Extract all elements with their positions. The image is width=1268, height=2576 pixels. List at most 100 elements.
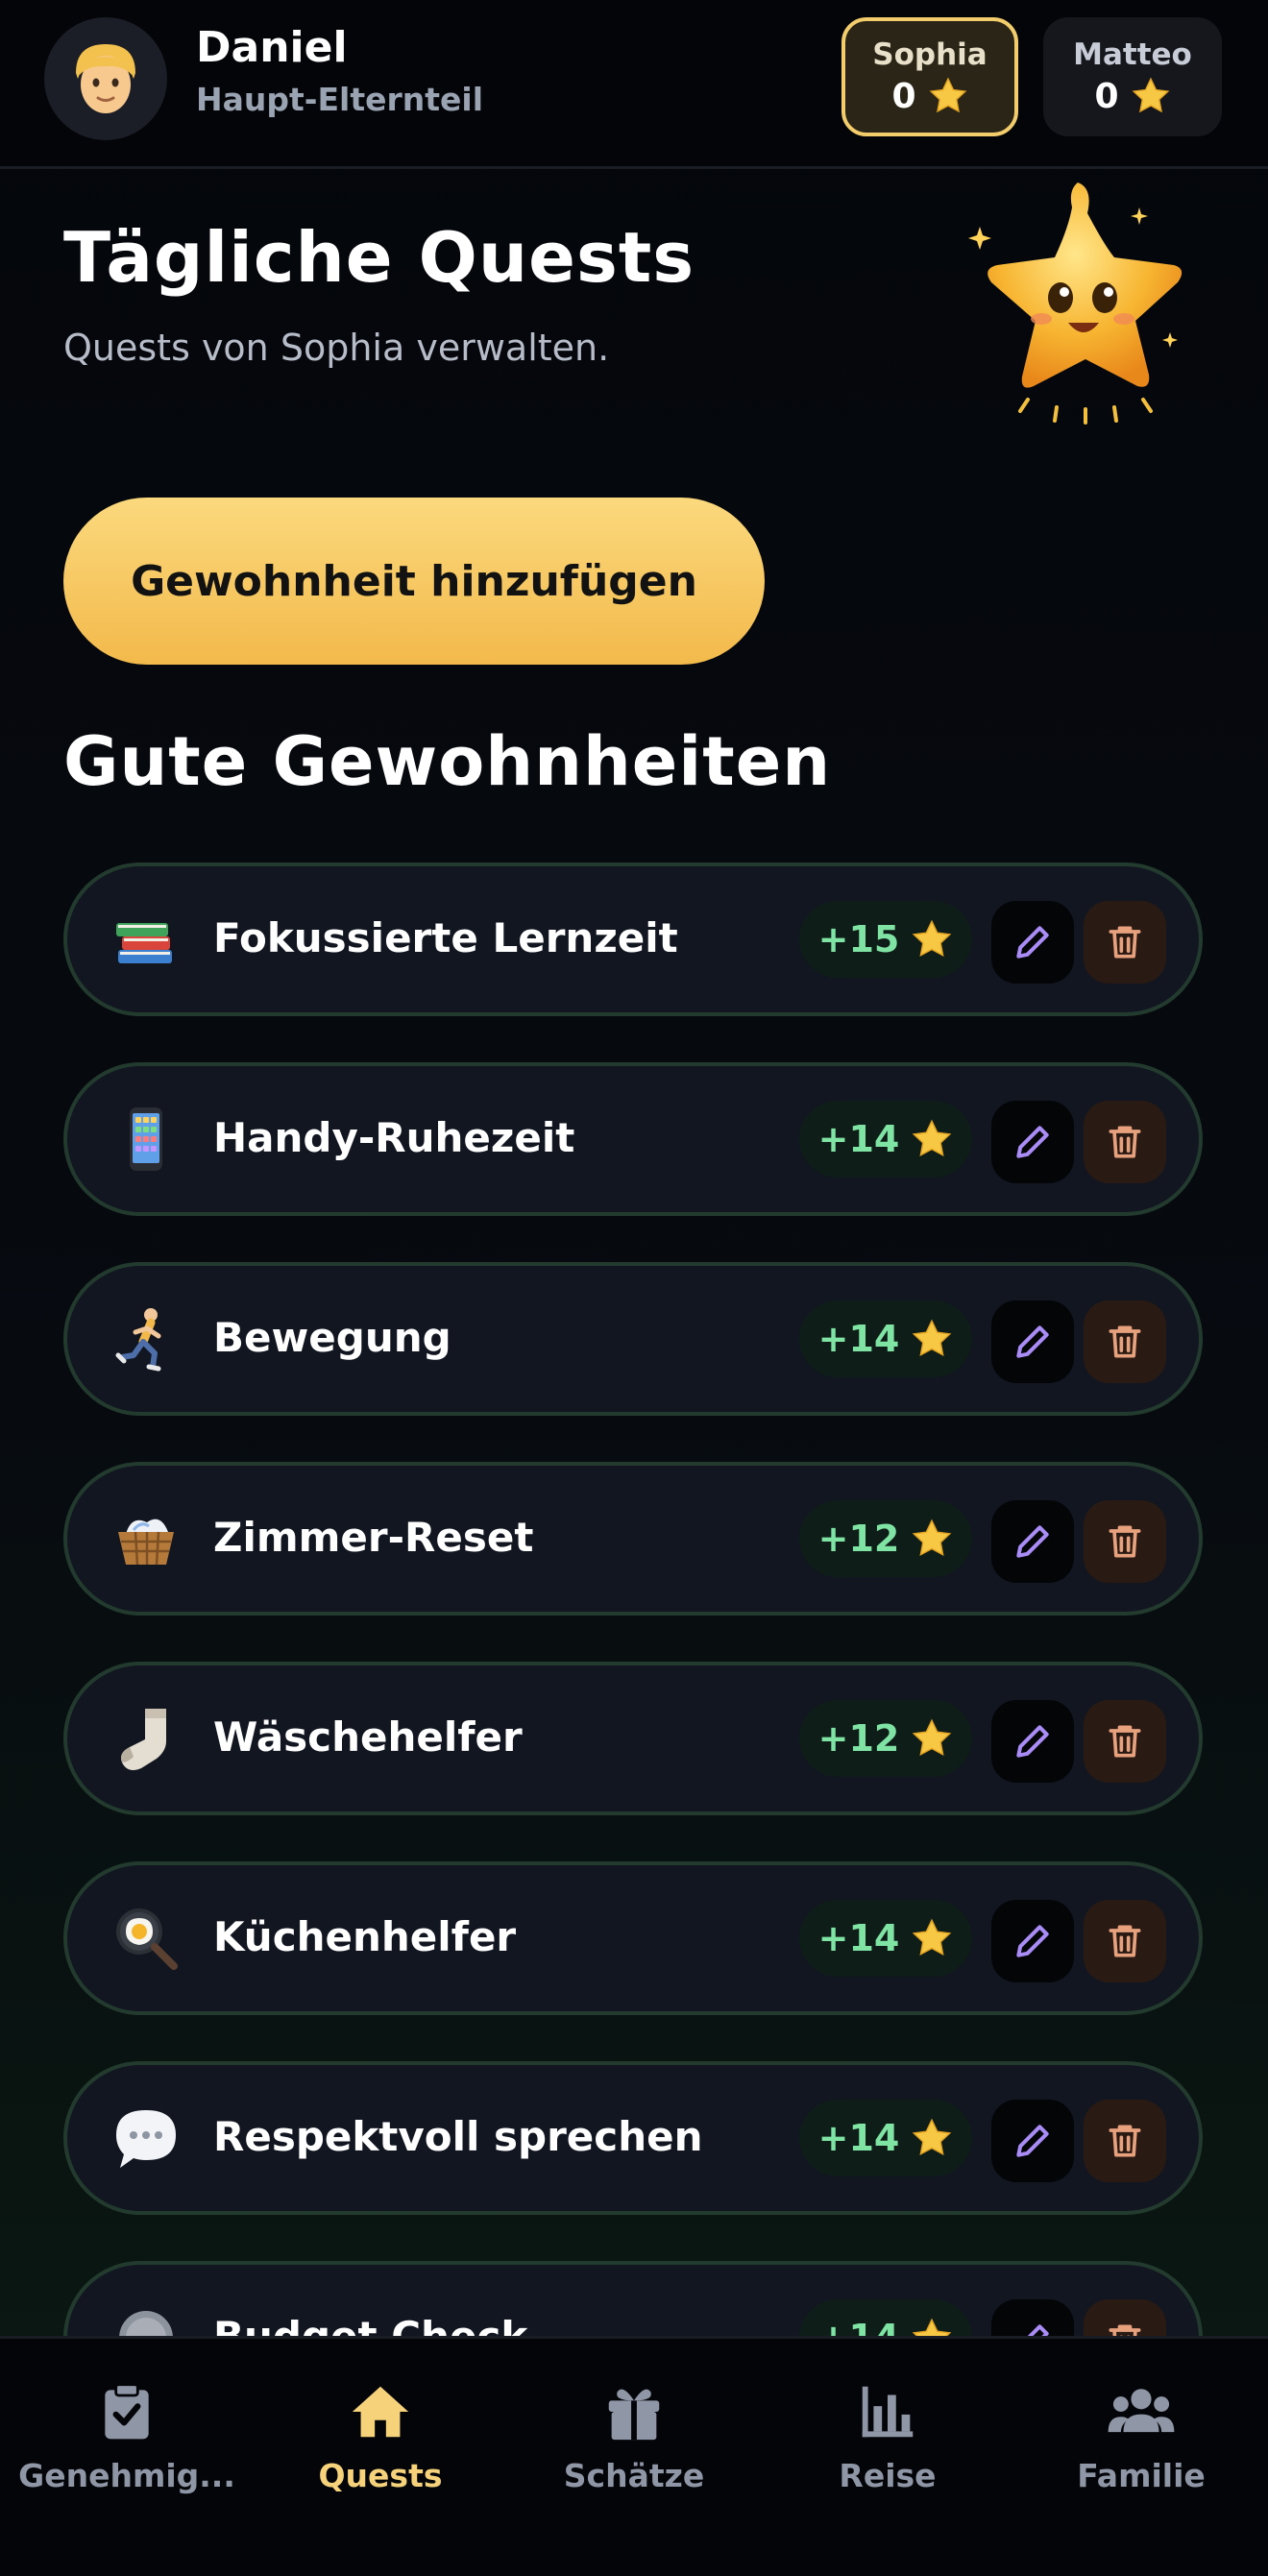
app-screen: Daniel Haupt-Elternteil Sophia 0 Matteo …: [0, 0, 1268, 2576]
habit-label: Bewegung: [213, 1314, 451, 1361]
edit-button[interactable]: [991, 1900, 1074, 1982]
gift-icon: [598, 2376, 670, 2447]
nav-label: Genehmig...: [18, 2456, 235, 2494]
habit-label: Küchenhelfer: [213, 1913, 517, 1960]
habit-label: Respektvoll sprechen: [213, 2113, 703, 2160]
star-icon: [1132, 77, 1169, 113]
books-icon: [108, 901, 184, 978]
pencil-icon: [1016, 1925, 1049, 1957]
habit-row[interactable]: Zimmer-Reset +12: [63, 1462, 1203, 1616]
child-star-count: 0: [891, 76, 916, 116]
delete-button[interactable]: [1084, 2299, 1166, 2336]
points-value: +14: [818, 2317, 900, 2336]
points-badge: +14: [799, 1300, 972, 1377]
star-icon: [929, 77, 966, 113]
pencil-icon: [1027, 2324, 1049, 2336]
edit-button[interactable]: [991, 2299, 1074, 2336]
trash-icon: [1109, 1325, 1141, 1358]
nav-item-approvals[interactable]: Genehmig...: [0, 2339, 254, 2531]
nav-label: Familie: [1077, 2456, 1206, 2494]
delete-button[interactable]: [1084, 901, 1166, 984]
child-name: Matteo: [1073, 37, 1192, 72]
habit-row[interactable]: Budget Check +14: [63, 2261, 1203, 2336]
page-subtitle: Quests von Sophia verwalten.: [63, 327, 610, 369]
habit-label: Wäschehelfer: [213, 1713, 523, 1761]
trash-icon: [1109, 2125, 1141, 2157]
trash-icon: [1109, 2324, 1141, 2336]
points-badge: +14: [799, 2100, 972, 2176]
points-value: +15: [817, 918, 900, 960]
points-badge: +12: [799, 1500, 972, 1577]
nav-item-family[interactable]: Familie: [1014, 2339, 1268, 2531]
points-value: +14: [817, 2117, 900, 2159]
clipboard-check-icon: [91, 2376, 162, 2447]
star-icon: [913, 1918, 952, 1956]
add-habit-button[interactable]: Gewohnheit hinzufügen: [63, 498, 765, 665]
sock-icon: [108, 1700, 184, 1777]
section-title: Gute Gewohnheiten: [63, 722, 832, 801]
edit-button[interactable]: [991, 1300, 1074, 1383]
nav-label: Quests: [318, 2456, 443, 2494]
points-value: +14: [817, 1917, 900, 1959]
delete-button[interactable]: [1084, 1101, 1166, 1183]
edit-button[interactable]: [991, 2100, 1074, 2182]
star-icon: [913, 1319, 952, 1357]
basket-icon: [108, 1500, 184, 1577]
points-value: +14: [817, 1118, 900, 1160]
delete-button[interactable]: [1084, 1700, 1166, 1783]
habit-row[interactable]: Bewegung +14: [63, 1262, 1203, 1416]
user-name: Daniel: [196, 23, 348, 72]
habit-label: Handy-Ruhezeit: [213, 1114, 575, 1161]
pencil-icon: [1016, 2125, 1049, 2157]
child-chip-matteo[interactable]: Matteo 0: [1043, 17, 1222, 136]
edit-button[interactable]: [991, 1700, 1074, 1783]
frying-pan-icon: [108, 1900, 184, 1977]
nav-item-treasures[interactable]: Schätze: [507, 2339, 761, 2531]
points-badge: +12: [799, 1700, 972, 1777]
pencil-icon: [1016, 1725, 1049, 1758]
delete-button[interactable]: [1084, 1500, 1166, 1583]
user-role: Haupt-Elternteil: [196, 81, 484, 118]
star-icon: [913, 2118, 952, 2156]
people-icon: [1106, 2376, 1177, 2447]
trash-icon: [1109, 1525, 1141, 1558]
edit-button[interactable]: [991, 1500, 1074, 1583]
child-star-count: 0: [1094, 76, 1119, 116]
speech-bubble-icon: [108, 2100, 184, 2176]
habit-row[interactable]: Handy-Ruhezeit +14: [63, 1062, 1203, 1216]
trash-icon: [1109, 1725, 1141, 1758]
points-badge: +14: [799, 1101, 972, 1178]
edit-button[interactable]: [991, 901, 1074, 984]
habit-row[interactable]: Küchenhelfer +14: [63, 1861, 1203, 2015]
habit-row[interactable]: Wäschehelfer +12: [63, 1662, 1203, 1815]
habit-row[interactable]: Fokussierte Lernzeit +15: [63, 863, 1203, 1016]
delete-button[interactable]: [1084, 1300, 1166, 1383]
habit-label: Zimmer-Reset: [213, 1514, 534, 1561]
trash-icon: [1109, 1925, 1141, 1957]
phone-icon: [108, 1101, 184, 1178]
habit-list[interactable]: Fokussierte Lernzeit +15 Handy-Ruhezeit …: [0, 845, 1268, 2336]
nav-item-quests[interactable]: Quests: [254, 2339, 507, 2531]
child-chip-sophia[interactable]: Sophia 0: [841, 17, 1018, 136]
bar-chart-icon: [852, 2376, 923, 2447]
pencil-icon: [1016, 1525, 1049, 1558]
pencil-icon: [1016, 1325, 1049, 1358]
points-badge: +15: [799, 901, 972, 978]
points-badge: +14: [799, 1900, 972, 1977]
star-icon: [913, 1119, 952, 1157]
delete-button[interactable]: [1084, 1900, 1166, 1982]
bottom-nav: Genehmig... Quests Schätze Reise Familie: [0, 2336, 1268, 2576]
home-icon: [345, 2376, 416, 2447]
star-icon: [913, 919, 952, 958]
points-value: +14: [817, 1318, 900, 1360]
nav-item-journey[interactable]: Reise: [761, 2339, 1014, 2531]
coin-icon: [108, 2299, 184, 2336]
points-value: +12: [817, 1717, 900, 1760]
edit-button[interactable]: [991, 1101, 1074, 1183]
delete-button[interactable]: [1084, 2100, 1166, 2182]
habit-label: Budget Check: [213, 2313, 527, 2336]
avatar[interactable]: [44, 17, 167, 140]
habit-row[interactable]: Respektvoll sprechen +14: [63, 2061, 1203, 2215]
pencil-icon: [1016, 1126, 1049, 1158]
star-mascot-icon: [968, 182, 1183, 425]
